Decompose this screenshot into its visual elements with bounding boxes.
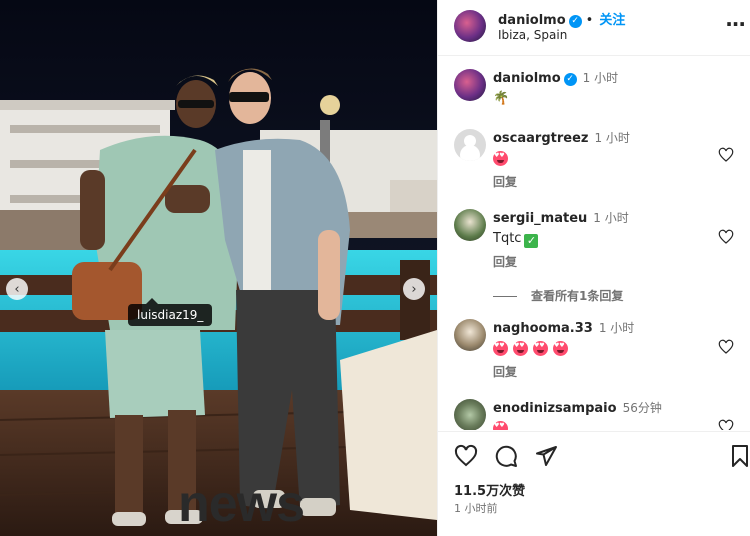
post-photo: [0, 0, 437, 536]
caption-time: 1 小时: [582, 71, 619, 85]
send-icon[interactable]: [534, 444, 558, 468]
like-comment-heart-icon[interactable]: [718, 339, 734, 355]
like-comment-heart-icon[interactable]: [718, 229, 734, 245]
verified-badge-icon: ✓: [563, 73, 577, 86]
action-bar: 11.5万次赞 1 小时前: [438, 431, 750, 536]
comment-username[interactable]: enodinizsampaio: [493, 401, 617, 416]
user-tag[interactable]: luisdiaz19_: [128, 298, 213, 326]
heart-eyes-emoji-icon: [533, 341, 548, 356]
comment-text: [493, 151, 630, 167]
comment-username[interactable]: oscaargtreez: [493, 131, 588, 146]
more-horizontal-icon: ···: [725, 12, 746, 36]
comments-list[interactable]: daniolmo✓1 小时 🌴 oscaargtreez1 小时 回复 serg…: [438, 57, 750, 430]
follow-button[interactable]: 关注: [599, 13, 625, 28]
reply-button[interactable]: 回复: [493, 363, 517, 380]
comment-text: Tqtc ✓: [493, 231, 629, 248]
chevron-left-icon: ‹: [14, 281, 20, 297]
heart-eyes-emoji-icon: [493, 421, 508, 430]
chevron-right-icon: ›: [411, 281, 417, 297]
default-avatar-icon[interactable]: [454, 129, 486, 161]
author-username[interactable]: daniolmo: [498, 13, 566, 28]
post-location[interactable]: Ibiza, Spain: [498, 28, 567, 42]
comment-username[interactable]: naghooma.33: [493, 321, 593, 336]
caption-avatar[interactable]: [454, 69, 486, 101]
reply-button[interactable]: 回复: [493, 253, 517, 270]
next-image-button[interactable]: ›: [403, 278, 425, 300]
heart-eyes-emoji-icon: [493, 151, 508, 166]
caption-username[interactable]: daniolmo: [493, 71, 561, 86]
post-timestamp[interactable]: 1 小时前: [454, 500, 498, 516]
like-comment-heart-icon[interactable]: [718, 419, 734, 430]
comment-icon[interactable]: [494, 444, 518, 468]
post-header: daniolmo ✓ • 关注 Ibiza, Spain ···: [438, 0, 750, 56]
separator-dot: •: [585, 13, 594, 28]
heart-eyes-emoji-icon: [493, 341, 508, 356]
more-options-button[interactable]: ···: [725, 12, 746, 36]
author-avatar[interactable]: [454, 10, 486, 42]
heart-icon[interactable]: [454, 444, 478, 468]
comment-text: [493, 421, 662, 430]
post-image[interactable]: ‹ › luisdiaz19_: [0, 0, 437, 536]
reply-button[interactable]: 回复: [493, 173, 517, 190]
like-comment-heart-icon[interactable]: [718, 147, 734, 163]
post-sidebar: daniolmo ✓ • 关注 Ibiza, Spain ··· daniolmo ✓ 1…: [437, 0, 750, 536]
caption-text: 🌴: [493, 91, 510, 106]
comment-time: 1 小时: [594, 131, 630, 145]
check-mark-emoji-icon: ✓: [524, 234, 539, 248]
comment-text: [493, 341, 634, 357]
bookmark-icon[interactable]: [728, 444, 750, 468]
heart-eyes-emoji-icon: [513, 341, 528, 356]
comment-avatar[interactable]: [454, 319, 486, 351]
comment-text-content: Tqtc: [493, 231, 522, 246]
verified-badge-icon: ✓: [568, 15, 582, 28]
watermark-logo: news: [178, 475, 305, 533]
view-replies-button[interactable]: 查看所有1条回复: [493, 287, 623, 304]
previous-image-button[interactable]: ‹: [6, 278, 28, 300]
comment-avatar[interactable]: [454, 399, 486, 430]
comment-time: 1 小时: [598, 321, 635, 335]
comment-username[interactable]: sergii_mateu: [493, 211, 587, 226]
comment-avatar[interactable]: [454, 209, 486, 241]
heart-eyes-emoji-icon: [553, 341, 568, 356]
comment-time: 56分钟: [622, 401, 662, 415]
like-count[interactable]: 11.5万次赞: [454, 480, 525, 499]
comment-time: 1 小时: [593, 211, 629, 225]
